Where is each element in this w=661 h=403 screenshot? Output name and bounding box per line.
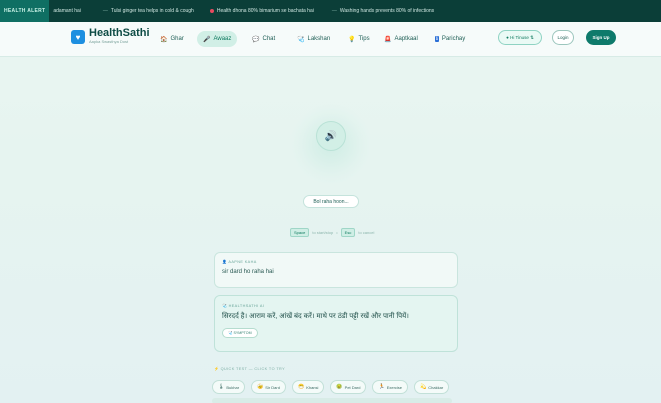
brand[interactable]: HealthSathi Aapka Swasthya Dost	[89, 27, 150, 45]
voice-status: Bol raha hoon...	[303, 195, 359, 208]
brand-logo-icon[interactable]: ♥	[71, 30, 85, 44]
user-transcript-card: 👤 AAPNE KAHA sir dard ho raha hai	[214, 252, 458, 288]
home-icon: 🏠	[160, 36, 168, 43]
ai-response-card: 🩺 HEALTHSATHI AI सिरदर्द है। आराम करें, …	[214, 295, 458, 352]
chip-pet-dard[interactable]: 🤢 Pet Dard	[330, 380, 367, 394]
user-transcript-text: sir dard ho raha hai	[222, 269, 274, 275]
lightning-icon: ⚡	[214, 367, 220, 371]
ticker-item: — Tulsi ginger tea helps in cold & cough	[102, 8, 194, 14]
esc-key: Esc	[340, 227, 356, 237]
exercise-icon: 🏃	[378, 384, 385, 390]
user-icon: 👤	[222, 260, 228, 264]
chip-khansi[interactable]: 😷 Khansi	[291, 380, 325, 394]
nav-item-lakshan[interactable]: 🩺 Lakshan	[291, 31, 336, 47]
nav-item-awaaz[interactable]: 🎤 Awaaz	[197, 31, 238, 47]
nav-item-chat[interactable]: 💬 Chat	[246, 31, 281, 47]
nav-item-tips[interactable]: 💡 Tips	[342, 31, 376, 47]
more-chips-row	[212, 398, 452, 403]
signup-button[interactable]: Sign Up	[586, 30, 616, 45]
chip-bukhar[interactable]: 🌡 Bukhar	[212, 380, 246, 394]
stethoscope-icon: 🩺	[297, 36, 305, 43]
login-button[interactable]: Login	[552, 30, 574, 45]
dizzy-icon: 💫	[420, 384, 427, 390]
nav-item-ghar[interactable]: 🏠 Ghar	[154, 31, 190, 47]
ticker-item: Health dhona 80% bimarium se bachata hai	[209, 8, 314, 14]
language-toggle[interactable]: ● Hi Tinuse ⇅	[498, 30, 542, 45]
nav-item-aaptkaal[interactable]: 🚨 Aaptkaal	[378, 31, 424, 47]
tag-icon: 🩺	[228, 331, 233, 335]
chat-icon: 💬	[252, 36, 260, 43]
cough-icon: 😷	[297, 384, 305, 390]
mic-icon: 🎤	[203, 36, 211, 43]
health-alert-badge: HEALTH ALERT	[0, 0, 50, 22]
head-icon: 🤕	[257, 384, 264, 390]
top-navbar: ♥ HealthSathi Aapka Swasthya Dost 🏠 Ghar…	[0, 22, 661, 57]
ticker-item: adamant hai	[53, 8, 81, 14]
chip-exercise[interactable]: 🏃 Exercise	[372, 380, 409, 394]
symptom-tag: 🩺 SYMPTOM	[222, 328, 258, 338]
info-icon: ℹ	[435, 36, 439, 42]
ai-response-text: सिरदर्द है। आराम करें, आंखें बंद करें। म…	[222, 313, 409, 320]
nav-item-parichay[interactable]: ℹ Parichay	[429, 31, 471, 47]
quick-test-chips: 🌡 Bukhar 🤕 Sir Dard 😷 Khansi 🤢 Pet Dard …	[212, 380, 450, 394]
siren-icon: 🚨	[384, 36, 392, 43]
chip-sir-dard[interactable]: 🤕 Sir Dard	[251, 380, 286, 394]
brand-tagline: Aapka Swasthya Dost	[89, 39, 129, 44]
health-alert-ticker: HEALTH ALERT adamant hai — Tulsi ginger …	[0, 0, 661, 22]
bulb-icon: 💡	[348, 36, 356, 43]
chip-chakkar[interactable]: 💫 Chakkar	[414, 380, 450, 394]
speaker-button[interactable]: 🔊	[316, 121, 346, 151]
ai-icon: 🩺	[222, 304, 228, 308]
space-key: Space	[290, 227, 310, 237]
brand-name: HealthSathi	[89, 27, 150, 39]
keyboard-hint: Space to start/stop • Esc to cancel	[290, 227, 374, 237]
alert-dot-icon	[209, 9, 214, 13]
quick-test-label: ⚡ QUICK TEST — CLICK TO TRY	[214, 367, 286, 371]
thermometer-icon: 🌡	[218, 384, 225, 390]
stomach-icon: 🤢	[336, 384, 343, 390]
speaker-icon: 🔊	[324, 130, 338, 142]
ticker-item: — Washing hands prevents 80% of infectio…	[331, 8, 435, 14]
